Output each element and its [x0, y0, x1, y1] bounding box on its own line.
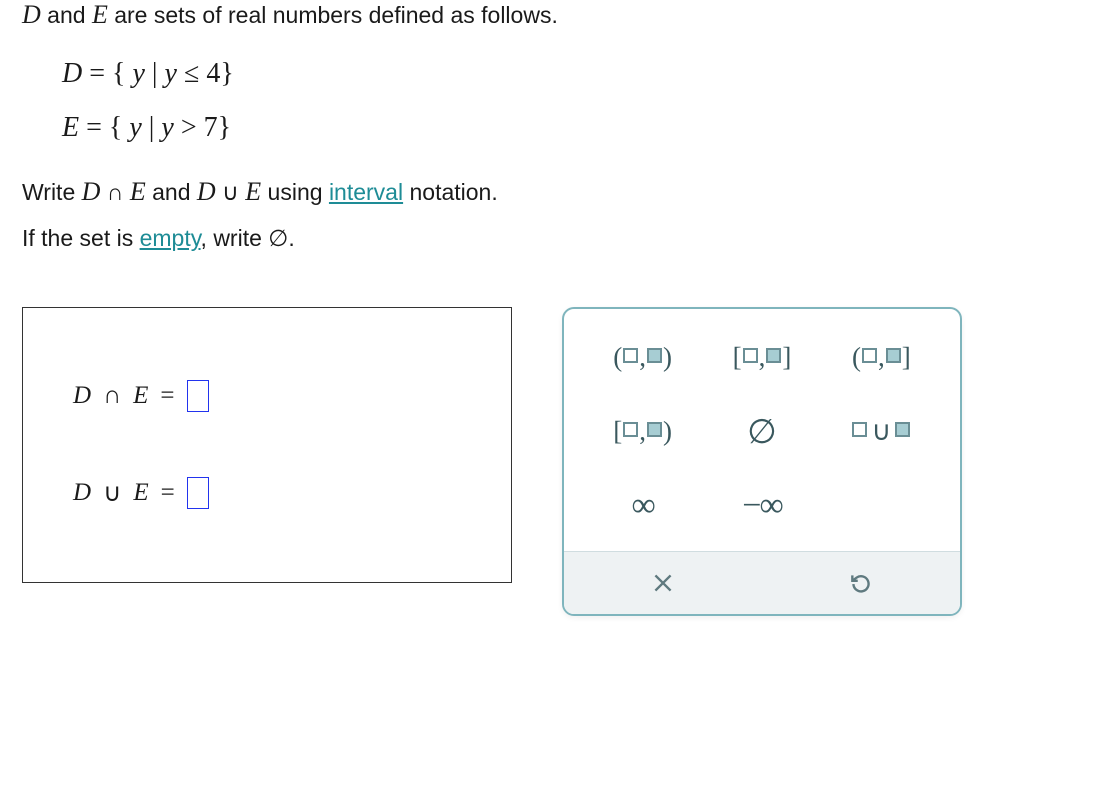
undo-button[interactable] [762, 552, 960, 614]
var-E: E [92, 0, 108, 29]
placeholder-icon [766, 348, 781, 363]
close-icon [650, 570, 676, 596]
placeholder-icon [862, 348, 877, 363]
union-input[interactable] [187, 477, 209, 509]
set-definitions: D = { y | y ≤ 4} E = { y | y > 7} [62, 58, 1078, 144]
pal-open-closed[interactable]: (,] [827, 333, 936, 383]
placeholder-icon [623, 422, 638, 437]
answer-row-union: D ∪ E = [73, 477, 461, 509]
def-E: E = { y | y > 7} [62, 112, 1078, 144]
pallette-bottom-bar [564, 551, 960, 614]
instruction-1: Write D ∩ E and D ∪ E using interval not… [22, 172, 1078, 211]
emptyset-symbol: ∅ [268, 226, 288, 251]
symbol-pallette: (,) [,] (,] [,) ∅ ∪ ∞ −∞ [562, 307, 962, 616]
pal-emptyset[interactable]: ∅ [707, 407, 816, 457]
interval-link[interactable]: interval [329, 179, 403, 205]
pal-open-open[interactable]: (,) [588, 333, 697, 383]
placeholder-icon [647, 348, 662, 363]
placeholder-icon [743, 348, 758, 363]
var-D: D [22, 0, 41, 29]
answer-area: D ∩ E = D ∪ E = (,) [,] (,] [,) [22, 307, 1078, 616]
pal-neg-infinity[interactable]: −∞ [707, 481, 816, 531]
def-D: D = { y | y ≤ 4} [62, 58, 1078, 90]
undo-icon [848, 570, 874, 596]
placeholder-icon [623, 348, 638, 363]
answer-box: D ∩ E = D ∪ E = [22, 307, 512, 583]
pal-closed-closed[interactable]: [,] [707, 333, 816, 383]
pal-infinity[interactable]: ∞ [588, 481, 697, 531]
instruction-2: If the set is empty, write ∅. [22, 221, 1078, 257]
empty-link[interactable]: empty [140, 225, 201, 251]
pallette-grid: (,) [,] (,] [,) ∅ ∪ ∞ −∞ [588, 333, 936, 531]
answer-row-intersection: D ∩ E = [73, 380, 461, 412]
placeholder-icon [852, 422, 867, 437]
placeholder-icon [886, 348, 901, 363]
pal-closed-open[interactable]: [,) [588, 407, 697, 457]
pal-union[interactable]: ∪ [827, 407, 936, 457]
clear-button[interactable] [564, 552, 762, 614]
placeholder-icon [895, 422, 910, 437]
pal-spacer [827, 481, 936, 531]
intersection-input[interactable] [187, 380, 209, 412]
placeholder-icon [647, 422, 662, 437]
question-intro: D and E are sets of real numbers defined… [22, 0, 1078, 30]
